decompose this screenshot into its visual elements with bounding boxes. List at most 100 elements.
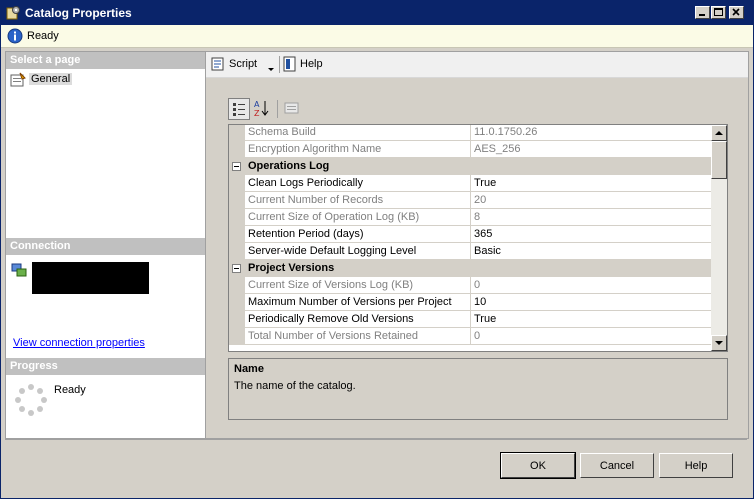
- property-value[interactable]: Basic: [471, 243, 711, 260]
- toolbar-divider: [277, 100, 278, 118]
- progress-header: Progress: [6, 358, 206, 375]
- help-dialog-button[interactable]: Help: [659, 453, 733, 478]
- catalog-properties-window: Catalog Properties Ready Select a page G…: [0, 0, 754, 499]
- title-bar[interactable]: Catalog Properties: [1, 1, 753, 25]
- property-name: Encryption Algorithm Name: [245, 141, 471, 158]
- status-bar: Ready: [1, 25, 753, 48]
- grid-category[interactable]: Project Versions: [229, 260, 711, 277]
- script-icon: [210, 56, 226, 72]
- collapse-icon[interactable]: [232, 264, 241, 273]
- window-title: Catalog Properties: [25, 6, 132, 20]
- properties-content: AZ Schema Build 11.0.1750.26 Encryption Al…: [206, 78, 748, 438]
- row-gutter: [229, 192, 245, 209]
- close-button[interactable]: [729, 6, 744, 19]
- scroll-down-button[interactable]: [711, 335, 727, 351]
- view-connection-properties-link[interactable]: View connection properties: [13, 337, 145, 349]
- property-value: 8: [471, 209, 711, 226]
- select-page-header: Select a page: [6, 52, 206, 69]
- help-icon: [282, 56, 298, 72]
- help-label: Help: [300, 58, 323, 70]
- description-text: The name of the catalog.: [234, 380, 356, 392]
- status-text: Ready: [27, 30, 59, 42]
- maximize-button[interactable]: [711, 6, 726, 19]
- alphabetical-sort-button[interactable]: AZ: [252, 98, 274, 120]
- property-pages-button: [281, 98, 303, 120]
- row-gutter: [229, 209, 245, 226]
- grid-row[interactable]: Total Number of Versions Retained 0: [229, 328, 711, 345]
- right-pane: Script Help AZ Schema Build 11.0.1750.26…: [205, 51, 749, 439]
- progress-status: Ready: [54, 384, 86, 396]
- property-value[interactable]: 10: [471, 294, 711, 311]
- cancel-button[interactable]: Cancel: [580, 453, 654, 478]
- toolbar: Script Help: [206, 52, 748, 78]
- row-gutter: [229, 226, 245, 243]
- script-label: Script: [229, 58, 258, 70]
- minimize-button[interactable]: [695, 6, 710, 19]
- grid-row[interactable]: Current Number of Records 20: [229, 192, 711, 209]
- property-value: AES_256: [471, 141, 711, 158]
- property-name: Clean Logs Periodically: [245, 175, 471, 192]
- ok-button[interactable]: OK: [500, 452, 576, 479]
- property-name: Schema Build: [245, 125, 471, 141]
- property-name: Current Size of Versions Log (KB): [245, 277, 471, 294]
- redacted-connection-info: [32, 262, 149, 294]
- grid-row[interactable]: Clean Logs Periodically True: [229, 175, 711, 192]
- property-grid: Schema Build 11.0.1750.26 Encryption Algor…: [228, 124, 728, 352]
- grid-row[interactable]: Retention Period (days) 365: [229, 226, 711, 243]
- script-button[interactable]: Script: [210, 56, 278, 73]
- property-value[interactable]: True: [471, 175, 711, 192]
- grid-row[interactable]: Current Size of Versions Log (KB) 0: [229, 277, 711, 294]
- left-pane: Select a page General Connection View co…: [5, 51, 207, 439]
- row-gutter: [229, 243, 245, 260]
- row-gutter: [229, 125, 245, 141]
- categorized-view-button[interactable]: [228, 98, 250, 120]
- page-item-label: General: [29, 73, 73, 85]
- row-gutter: [229, 141, 245, 158]
- chevron-down-icon[interactable]: [268, 63, 275, 75]
- property-value[interactable]: 365: [471, 226, 711, 243]
- grid-category[interactable]: Operations Log: [229, 158, 711, 175]
- scroll-up-button[interactable]: [711, 125, 727, 141]
- property-value: 11.0.1750.26: [471, 125, 711, 141]
- property-name: Server-wide Default Logging Level: [245, 243, 471, 260]
- description-title: Name: [234, 363, 264, 375]
- row-gutter: [229, 294, 245, 311]
- property-name: Retention Period (days): [245, 226, 471, 243]
- server-connection-icon: [11, 262, 27, 278]
- property-value: 20: [471, 192, 711, 209]
- grid-row[interactable]: Periodically Remove Old Versions True: [229, 311, 711, 328]
- grid-scrollbar[interactable]: [711, 125, 727, 351]
- category-name: Operations Log: [248, 160, 330, 172]
- svg-text:Z: Z: [254, 109, 260, 118]
- help-button[interactable]: Help: [282, 56, 326, 73]
- row-gutter: [229, 175, 245, 192]
- toolbar-divider: [279, 56, 280, 73]
- row-gutter: [229, 311, 245, 328]
- grid-row[interactable]: Maximum Number of Versions per Project 10: [229, 294, 711, 311]
- category-name: Project Versions: [248, 262, 335, 274]
- collapse-icon[interactable]: [232, 162, 241, 171]
- property-name: Periodically Remove Old Versions: [245, 311, 471, 328]
- progress-spinner-icon: [15, 384, 47, 416]
- grid-row[interactable]: Encryption Algorithm Name AES_256: [229, 141, 711, 158]
- svg-text:A: A: [254, 100, 260, 109]
- description-panel: Name The name of the catalog.: [228, 358, 728, 420]
- property-value[interactable]: True: [471, 311, 711, 328]
- grid-row[interactable]: Current Size of Operation Log (KB) 8: [229, 209, 711, 226]
- property-name: Current Size of Operation Log (KB): [245, 209, 471, 226]
- connection-header: Connection: [6, 238, 206, 255]
- properties-page-icon: [10, 72, 26, 88]
- property-name: Total Number of Versions Retained: [245, 328, 471, 345]
- property-value: 0: [471, 277, 711, 294]
- row-gutter: [229, 328, 245, 345]
- grid-row[interactable]: Schema Build 11.0.1750.26: [229, 125, 711, 141]
- catalog-icon: [5, 5, 21, 21]
- row-gutter: [229, 277, 245, 294]
- grid-row[interactable]: Server-wide Default Logging Level Basic: [229, 243, 711, 260]
- property-name: Current Number of Records: [245, 192, 471, 209]
- info-icon: [7, 28, 23, 44]
- property-name: Maximum Number of Versions per Project: [245, 294, 471, 311]
- bottom-divider: [5, 439, 747, 440]
- property-value: 0: [471, 328, 711, 345]
- scroll-thumb[interactable]: [711, 141, 727, 179]
